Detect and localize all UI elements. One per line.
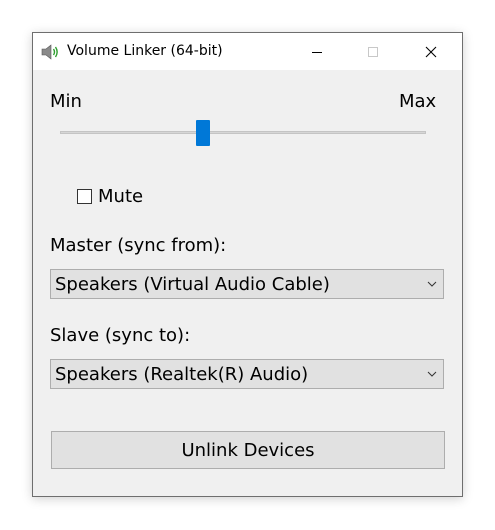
slave-device-value: Speakers (Realtek(R) Audio) [55, 364, 309, 385]
mute-checkbox-row[interactable]: Mute [77, 186, 143, 207]
slave-device-label: Slave (sync to): [50, 325, 191, 346]
minimize-button[interactable] [294, 33, 340, 70]
slave-device-select[interactable]: Speakers (Realtek(R) Audio) [50, 359, 444, 389]
chevron-down-icon [427, 371, 437, 377]
mute-checkbox[interactable] [77, 189, 92, 204]
slider-min-label: Min [50, 91, 82, 112]
master-device-label: Master (sync from): [50, 235, 227, 256]
window-title: Volume Linker (64-bit) [67, 43, 223, 59]
chevron-down-icon [427, 281, 437, 287]
maximize-icon [368, 46, 378, 57]
master-device-value: Speakers (Virtual Audio Cable) [55, 274, 330, 295]
speaker-icon [41, 44, 58, 60]
minimize-icon [312, 51, 322, 53]
volume-slider-thumb[interactable] [196, 120, 210, 146]
mute-label: Mute [98, 186, 144, 207]
slider-max-label: Max [399, 91, 437, 112]
close-button[interactable] [408, 33, 454, 70]
close-icon [425, 46, 437, 57]
maximize-button[interactable] [350, 33, 396, 70]
volume-slider-track[interactable] [60, 131, 426, 134]
app-window: Volume Linker (64-bit) Min Max Mute Mast… [32, 32, 463, 497]
master-device-select[interactable]: Speakers (Virtual Audio Cable) [50, 269, 444, 299]
unlink-devices-button[interactable]: Unlink Devices [51, 431, 445, 469]
title-bar[interactable]: Volume Linker (64-bit) [33, 33, 462, 70]
